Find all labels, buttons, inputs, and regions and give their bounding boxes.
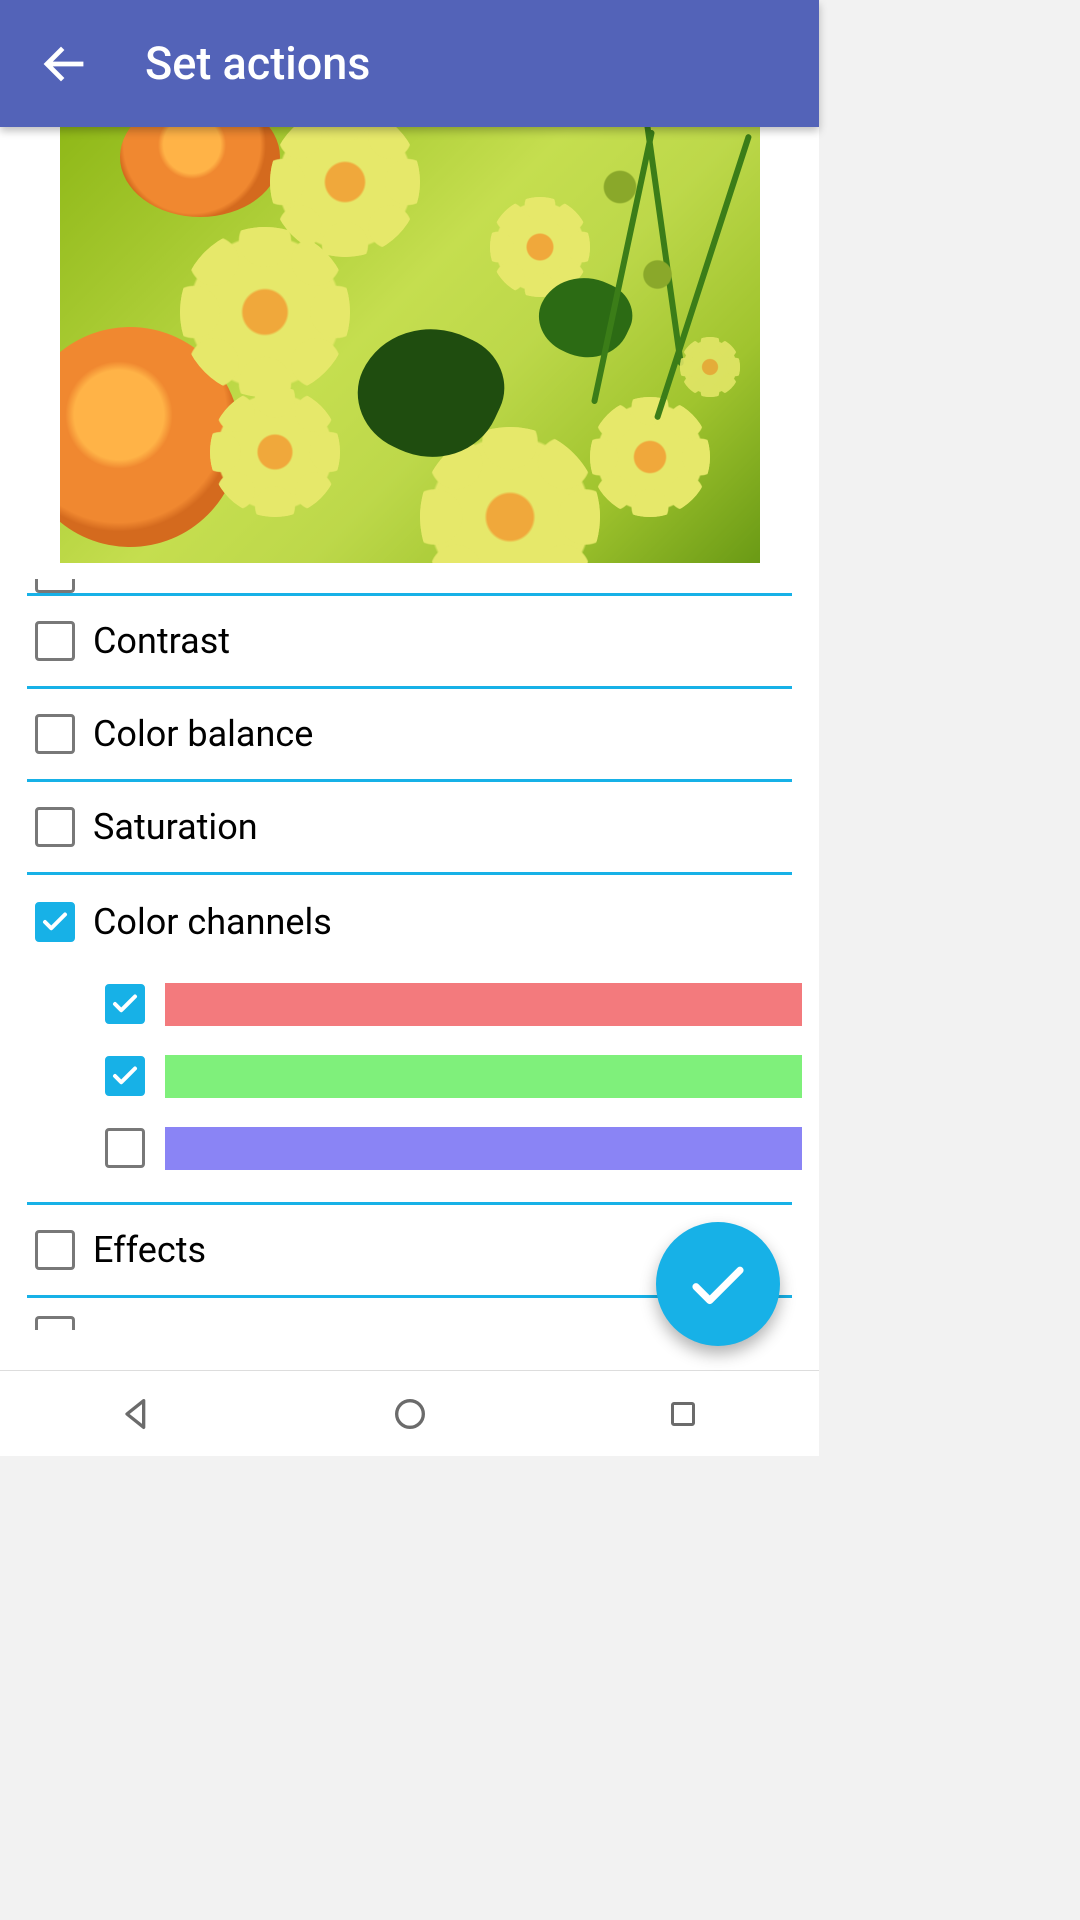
label-effects: Effects (93, 1229, 206, 1271)
app-bar: Set actions (0, 0, 819, 127)
channel-row-green[interactable] (105, 1040, 792, 1112)
confirm-fab[interactable] (656, 1222, 780, 1346)
label-color-balance: Color balance (93, 713, 313, 755)
swatch-red (165, 983, 802, 1026)
label-saturation: Saturation (93, 806, 258, 848)
checkbox-color-channels[interactable] (35, 902, 75, 942)
nav-home-icon (390, 1394, 430, 1434)
preview-container (0, 127, 819, 563)
checkbox-channel-green[interactable] (105, 1056, 145, 1096)
checkbox-saturation[interactable] (35, 807, 75, 847)
checkbox-partial[interactable] (35, 579, 75, 593)
nav-back-button[interactable] (107, 1384, 167, 1444)
nav-home-button[interactable] (380, 1384, 440, 1444)
list-item-saturation[interactable]: Saturation (27, 782, 792, 875)
checkbox-channel-red[interactable] (105, 984, 145, 1024)
check-icon (685, 1251, 751, 1317)
nav-recent-button[interactable] (653, 1384, 713, 1444)
back-button[interactable] (30, 29, 100, 99)
list-item-color-balance[interactable]: Color balance (27, 689, 792, 782)
list-item-color-channels[interactable]: Color channels (27, 875, 792, 1205)
swatch-blue (165, 1127, 802, 1170)
nav-recent-icon (665, 1396, 701, 1432)
nav-back-icon (117, 1394, 157, 1434)
checkbox-partial-bottom[interactable] (35, 1316, 75, 1330)
checkbox-effects[interactable] (35, 1230, 75, 1270)
label-color-channels: Color channels (93, 901, 332, 943)
channel-row-blue[interactable] (105, 1112, 792, 1184)
checkbox-color-balance[interactable] (35, 714, 75, 754)
checkbox-channel-blue[interactable] (105, 1128, 145, 1168)
page-title: Set actions (145, 37, 370, 90)
preview-image (60, 127, 760, 563)
list-item-contrast[interactable]: Contrast (27, 596, 792, 689)
label-contrast: Contrast (93, 620, 230, 662)
list-item-partial-top[interactable] (27, 563, 792, 596)
system-nav-bar (0, 1370, 819, 1456)
checkbox-contrast[interactable] (35, 621, 75, 661)
channel-row-red[interactable] (105, 968, 792, 1040)
arrow-left-icon (41, 40, 89, 88)
swatch-green (165, 1055, 802, 1098)
